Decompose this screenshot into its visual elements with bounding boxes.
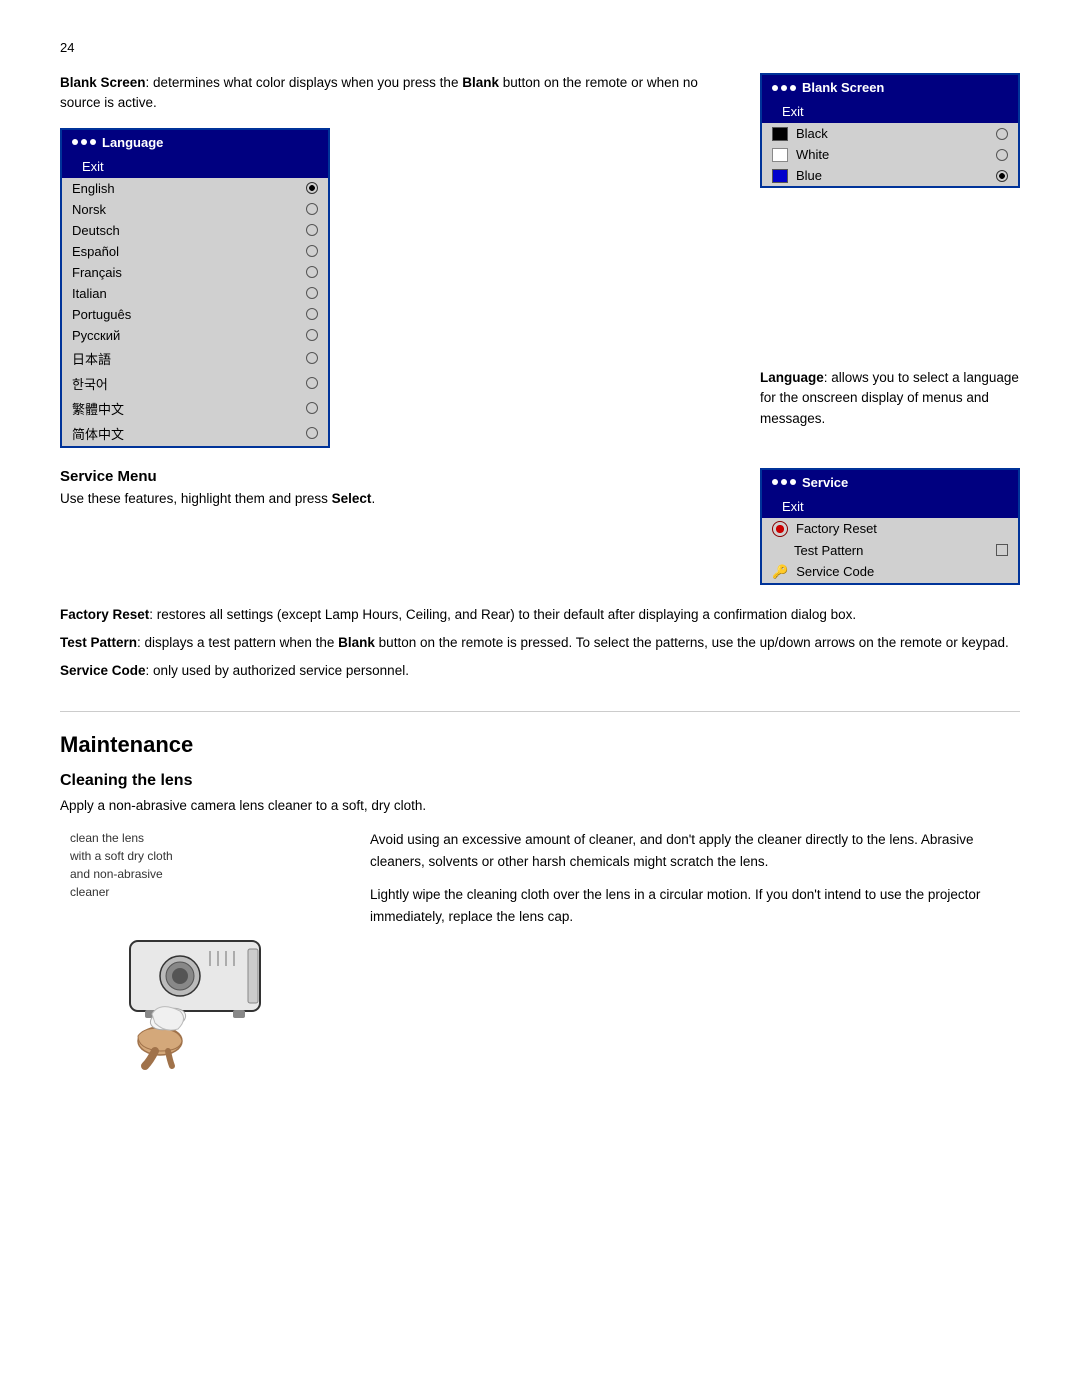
radio-factory-reset [772, 521, 788, 537]
radio-francais [306, 266, 318, 278]
cleaning-title: Cleaning the lens [60, 772, 1020, 790]
radio-blue [996, 170, 1008, 182]
key-icon: 🔑 [772, 564, 788, 580]
maintenance-section: Maintenance Cleaning the lens Apply a no… [60, 711, 1020, 1071]
dot-2 [81, 139, 87, 145]
dot-svc-2 [781, 479, 787, 485]
service-section: Service Menu Use these features, highlig… [60, 468, 1020, 585]
radio-korean [306, 377, 318, 389]
language-item-korean[interactable]: 한국어 [62, 371, 328, 396]
dot-svc-3 [790, 479, 796, 485]
language-item-portugues[interactable]: Português [62, 304, 328, 325]
menu-dots-language [72, 139, 96, 145]
language-menu-header: Language [62, 130, 328, 155]
radio-italian [306, 287, 318, 299]
radio-japanese [306, 352, 318, 364]
service-item-factory-reset[interactable]: Factory Reset [762, 518, 1018, 540]
radio-espanol [306, 245, 318, 257]
cleaning-label: clean the lenswith a soft dry clothand n… [60, 829, 173, 901]
cleaning-para-2: Lightly wipe the cleaning cloth over the… [370, 884, 1020, 927]
maintenance-title: Maintenance [60, 732, 1020, 758]
cleaning-intro: Apply a non-abrasive camera lens cleaner… [60, 798, 1020, 813]
detail-service-code: Service Code: only used by authorized se… [60, 661, 1020, 681]
dot-bs-3 [790, 85, 796, 91]
language-menu: Language Exit English Norsk Deutsch Espa… [60, 128, 330, 448]
blank-screen-exit-row[interactable]: Exit [762, 100, 1018, 123]
spacer-test [772, 544, 786, 556]
menu-dots-blank [772, 85, 796, 91]
blank-screen-menu: Blank Screen Exit Black White Blue [760, 73, 1020, 188]
radio-simp-chinese [306, 427, 318, 439]
blank-screen-description: Blank Screen: determines what color disp… [60, 73, 720, 114]
cleaning-left: clean the lenswith a soft dry clothand n… [60, 829, 340, 1071]
radio-deutsch [306, 224, 318, 236]
blank-screen-item-blue[interactable]: Blue [762, 165, 1018, 186]
radio-english [306, 182, 318, 194]
service-exit-row[interactable]: Exit [762, 495, 1018, 518]
service-menu-title-label: Service [802, 475, 848, 490]
language-item-francais[interactable]: Français [62, 262, 328, 283]
language-exit-row[interactable]: Exit [62, 155, 328, 178]
service-item-service-code[interactable]: 🔑 Service Code [762, 561, 1018, 583]
radio-russian [306, 329, 318, 341]
swatch-blue [772, 169, 788, 183]
service-menu-header: Service [762, 470, 1018, 495]
language-item-trad-chinese[interactable]: 繁體中文 [62, 396, 328, 421]
swatch-white [772, 148, 788, 162]
page-number: 24 [60, 40, 1020, 55]
service-subtitle: Use these features, highlight them and p… [60, 491, 720, 506]
blank-screen-item-white[interactable]: White [762, 144, 1018, 165]
language-menu-title: Language [102, 135, 163, 150]
blank-screen-bold: Blank Screen [60, 75, 146, 90]
dot-1 [72, 139, 78, 145]
service-item-test-pattern[interactable]: Test Pattern [762, 540, 1018, 561]
detail-paragraphs: Factory Reset: restores all settings (ex… [60, 605, 1020, 682]
dot-svc-1 [772, 479, 778, 485]
cleaning-right: Avoid using an excessive amount of clean… [370, 829, 1020, 1071]
radio-white [996, 149, 1008, 161]
dot-bs-1 [772, 85, 778, 91]
cleaning-content: clean the lenswith a soft dry clothand n… [60, 829, 1020, 1071]
radio-trad-chinese [306, 402, 318, 414]
language-item-norsk[interactable]: Norsk [62, 199, 328, 220]
cleaning-para-1: Avoid using an excessive amount of clean… [370, 829, 1020, 872]
dot-3 [90, 139, 96, 145]
language-item-japanese[interactable]: 日本語 [62, 346, 328, 371]
language-description: Language: allows you to select a languag… [760, 368, 1020, 429]
detail-factory-reset: Factory Reset: restores all settings (ex… [60, 605, 1020, 625]
language-item-russian[interactable]: Русский [62, 325, 328, 346]
blank-screen-item-black[interactable]: Black [762, 123, 1018, 144]
detail-test-pattern: Test Pattern: displays a test pattern wh… [60, 633, 1020, 653]
menu-dots-service [772, 479, 796, 485]
service-menu-box: Service Exit Factory Reset Test Pattern … [760, 468, 1020, 585]
radio-black [996, 128, 1008, 140]
language-item-deutsch[interactable]: Deutsch [62, 220, 328, 241]
checkbox-test-pattern [996, 544, 1008, 556]
radio-portugues [306, 308, 318, 320]
blank-screen-menu-header: Blank Screen [762, 75, 1018, 100]
radio-norsk [306, 203, 318, 215]
language-item-espanol[interactable]: Español [62, 241, 328, 262]
language-item-italian[interactable]: Italian [62, 283, 328, 304]
blank-screen-menu-title: Blank Screen [802, 80, 884, 95]
service-menu-title: Service Menu [60, 468, 720, 485]
language-item-simp-chinese[interactable]: 简体中文 [62, 421, 328, 446]
projector-illustration [100, 911, 300, 1071]
swatch-black [772, 127, 788, 141]
language-item-english[interactable]: English [62, 178, 328, 199]
dot-bs-2 [781, 85, 787, 91]
